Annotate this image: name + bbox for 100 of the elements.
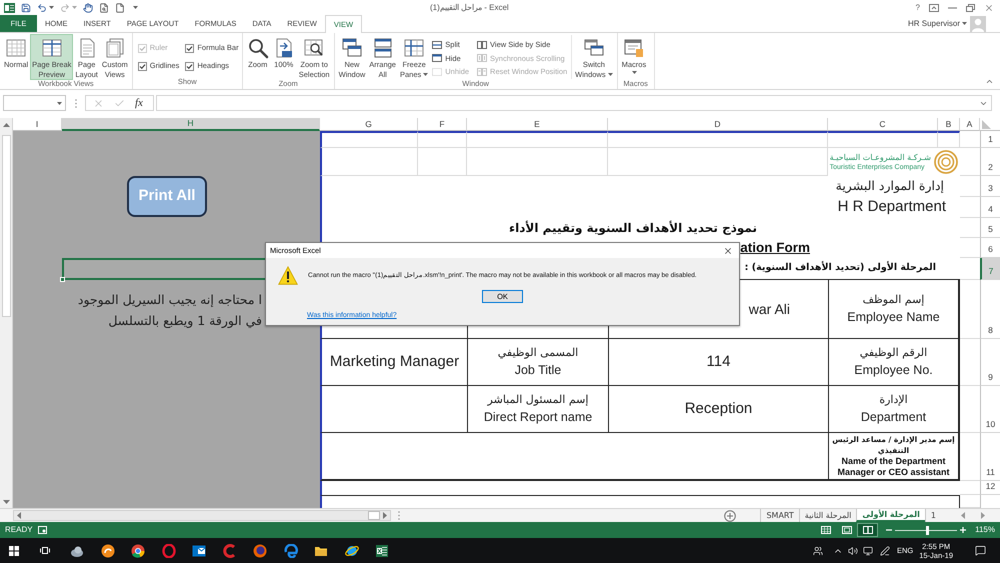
add-sheet-icon[interactable] <box>724 510 736 522</box>
orb-icon[interactable] <box>253 544 268 558</box>
hand-icon[interactable] <box>83 2 93 12</box>
scrollbar-thumb[interactable] <box>2 135 10 317</box>
task-view-icon[interactable] <box>40 546 50 555</box>
swirl-icon[interactable] <box>100 544 115 558</box>
row-header[interactable]: 3 <box>980 176 1000 197</box>
reset-pages-icon <box>477 66 488 77</box>
zoom-out-icon[interactable] <box>886 527 892 533</box>
department-english: H R Department <box>838 197 946 218</box>
column-header[interactable]: G <box>320 118 418 131</box>
crossed-grid-icon <box>403 37 426 59</box>
curl-icon[interactable] <box>284 544 298 558</box>
column-header[interactable]: A <box>960 118 980 131</box>
caret-icon <box>133 6 138 9</box>
zoom-slider[interactable] <box>895 526 958 534</box>
column-header[interactable]: B <box>938 118 960 131</box>
form-subtitle: ation Form <box>740 238 810 257</box>
concentric-rings-icon <box>934 150 958 174</box>
insert-function-button[interactable]: fx <box>135 97 143 109</box>
caret-icon <box>962 22 967 25</box>
divided-sheet-icon <box>40 37 63 59</box>
close-icon[interactable] <box>723 246 733 256</box>
column-header[interactable]: H <box>62 118 320 131</box>
row-header[interactable]: 7 <box>980 258 1000 280</box>
vertical-scrollbar[interactable] <box>0 118 13 508</box>
zoom-level-text[interactable]: 115% <box>975 524 995 536</box>
start-icon[interactable] <box>9 546 19 556</box>
arabic-label: الرقم الوظيفي <box>860 345 928 361</box>
help-button[interactable]: ? <box>916 2 920 12</box>
sheet-cell <box>418 131 467 148</box>
warning-icon <box>278 266 298 285</box>
view-button[interactable] <box>857 523 878 537</box>
split-box-icon <box>862 526 873 534</box>
arabic-label: الإدارة <box>879 392 908 408</box>
check-icon[interactable] <box>114 98 125 108</box>
zoom-slider-thumb[interactable] <box>926 526 929 534</box>
next-sheet-icon[interactable] <box>981 512 985 519</box>
column-header[interactable]: D <box>608 118 828 131</box>
speech-bubble-icon[interactable] <box>975 545 986 556</box>
page-icon[interactable] <box>115 2 125 12</box>
sheet-cell <box>418 148 467 176</box>
horizontal-scrollbar[interactable] <box>13 510 391 521</box>
window-bar-icon <box>432 53 442 64</box>
framed-box-icon <box>842 526 852 534</box>
field-value: 114 <box>706 352 730 372</box>
collapse-ribbon-icon[interactable] <box>985 77 994 86</box>
column-header[interactable]: E <box>467 118 608 131</box>
field-value: Reception <box>684 398 752 419</box>
boxed-caret-icon[interactable] <box>929 4 939 12</box>
sheet-tab[interactable]: المرحلة الأولى <box>856 509 925 522</box>
zoom-in-icon[interactable] <box>960 527 966 533</box>
row-header[interactable]: 11 <box>980 433 1000 481</box>
row-header[interactable]: 12 <box>980 481 1000 495</box>
scrollbar-thumb[interactable] <box>368 511 380 520</box>
scroll-right-icon[interactable] <box>383 512 387 519</box>
orbit-icon[interactable] <box>344 544 359 558</box>
cloud-icon[interactable] <box>70 544 84 558</box>
status-text: READY <box>5 524 33 536</box>
scroll-down-icon[interactable] <box>2 500 10 504</box>
save-icon[interactable] <box>21 2 31 12</box>
column-header[interactable]: I <box>13 118 62 131</box>
previous-sheet-icon[interactable] <box>961 512 965 519</box>
grid-sheet-icon <box>5 37 28 59</box>
speaker-icon[interactable] <box>848 546 858 556</box>
spreadsheet-icon[interactable] <box>375 544 390 558</box>
envelope-icon[interactable] <box>192 544 206 558</box>
caret-icon <box>72 6 77 9</box>
pen-icon[interactable] <box>880 546 890 556</box>
row-header[interactable]: 2 <box>980 148 1000 176</box>
english-label: Employee Name <box>847 309 940 326</box>
scroll-left-icon[interactable] <box>17 512 21 519</box>
column-header[interactable]: F <box>418 118 467 131</box>
wheel-icon[interactable] <box>131 544 146 558</box>
row-header[interactable]: 9 <box>980 339 1000 386</box>
account-button[interactable]: HR Supervisor <box>908 18 967 30</box>
page-search-icon[interactable] <box>99 2 109 12</box>
scroll-up-icon[interactable] <box>2 123 10 127</box>
restore-icon[interactable] <box>966 4 975 12</box>
fill-handle[interactable] <box>60 277 65 282</box>
row-header[interactable]: 5 <box>980 218 1000 238</box>
row-header[interactable]: 6 <box>980 238 1000 258</box>
arabic-label: إسم الموظف <box>862 292 924 308</box>
row-header[interactable]: 8 <box>980 280 1000 339</box>
magnifier-icon <box>246 37 269 59</box>
stacked-windows-icon <box>372 37 394 59</box>
people-icon[interactable] <box>812 546 823 556</box>
row-header[interactable]: 10 <box>980 386 1000 433</box>
side-by-side-icon <box>477 40 488 50</box>
row-header[interactable]: 1 <box>980 131 1000 148</box>
grid-icon <box>820 526 831 534</box>
undo-icon[interactable] <box>37 2 47 12</box>
ring-icon[interactable] <box>162 544 176 558</box>
formula-input[interactable] <box>156 95 992 111</box>
monitor-icon[interactable] <box>862 546 873 556</box>
row-header[interactable]: 4 <box>980 197 1000 218</box>
column-header[interactable]: C <box>828 118 938 131</box>
arc-icon[interactable] <box>222 544 237 558</box>
english-label: Direct Report name <box>484 409 592 426</box>
caret-icon <box>57 102 62 104</box>
